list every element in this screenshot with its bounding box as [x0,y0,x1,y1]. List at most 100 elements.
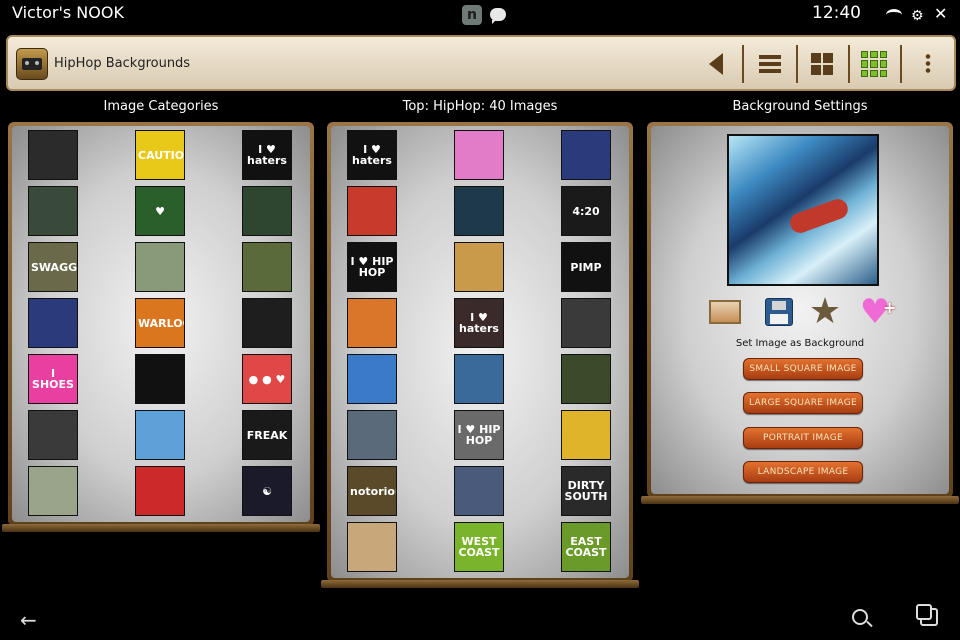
categories-grid: CAUTION I ♥ haters ♥ SWAGGER WARLOCK I SHOES ●… [12,126,310,522]
divider [900,45,902,83]
image-thumbnail[interactable] [454,354,504,404]
settings-content: ★ ♥ + Set Image as Background SMALL SQUAR… [651,126,949,494]
image-thumbnail[interactable]: I ♥ haters [347,130,397,180]
large-grid-view-button[interactable] [852,45,896,83]
list-icon [759,55,781,73]
image-thumbnail-label: 4:20 [572,204,600,218]
add-favorite-button[interactable]: ♥ + [857,292,897,332]
image-thumbnail[interactable] [561,410,611,460]
category-thumbnail[interactable] [28,130,78,180]
category-thumbnail-label: I SHOES [32,367,74,391]
image-thumbnail[interactable]: I ♥ HIP HOP [347,242,397,292]
image-thumbnail-label: I ♥ haters [459,311,499,335]
star-icon: ★ [808,291,842,332]
image-thumbnail[interactable] [561,354,611,404]
image-thumbnail[interactable] [347,298,397,348]
search-icon[interactable] [852,609,868,625]
image-thumbnail[interactable] [454,242,504,292]
image-thumbnail[interactable] [454,186,504,236]
category-thumbnail-label: I ♥ haters [247,143,287,167]
category-thumbnail[interactable] [135,410,185,460]
category-thumbnail[interactable] [28,410,78,460]
image-thumbnail[interactable] [347,354,397,404]
image-thumbnail[interactable]: WEST COAST [454,522,504,572]
category-thumbnail-label: CAUTION [138,148,185,162]
back-button[interactable] [694,45,738,83]
image-thumbnail[interactable] [561,130,611,180]
image-thumbnail-label: I ♥ HIP HOP [457,423,501,447]
panel-base [641,496,959,504]
category-thumbnail[interactable]: ☯ [242,466,292,516]
category-thumbnail[interactable] [28,186,78,236]
category-thumbnail[interactable]: ♥ [135,186,185,236]
set-background-button[interactable] [707,294,743,330]
category-thumbnail[interactable]: SWAGGER [28,242,78,292]
landscape-image-button[interactable]: LANDSCAPE IMAGE [743,461,863,483]
category-thumbnail[interactable] [135,354,185,404]
categories-title: Image Categories [103,99,219,114]
image-thumbnail[interactable]: I ♥ haters [454,298,504,348]
category-thumbnail[interactable] [28,466,78,516]
image-thumbnail-label: DIRTY SOUTH [564,479,608,503]
close-icon[interactable]: ✕ [934,4,947,23]
panel-base [321,580,639,588]
category-thumbnail[interactable]: WARLOCK [135,298,185,348]
navigation-bar: ← [0,600,960,640]
chat-notification-icon[interactable] [490,8,506,24]
overflow-menu-button[interactable] [906,45,950,83]
category-thumbnail[interactable]: CAUTION [135,130,185,180]
device-name: Victor's NOOK [12,3,124,22]
divider [796,45,798,83]
category-thumbnail[interactable]: I SHOES [28,354,78,404]
divider [848,45,850,83]
category-thumbnail-label: ☯ [262,484,272,498]
category-thumbnail[interactable] [242,242,292,292]
image-thumbnail[interactable] [454,466,504,516]
category-thumbnail[interactable]: I ♥ haters [242,130,292,180]
category-thumbnail[interactable] [242,298,292,348]
save-button[interactable] [761,294,797,330]
portrait-image-button[interactable]: PORTRAIT IMAGE [743,427,863,449]
arrow-back-icon[interactable]: ← [20,608,37,632]
image-thumbnail[interactable]: notorious [347,466,397,516]
image-thumbnail-label: notorious [350,484,396,498]
divider [742,45,744,83]
category-thumbnail[interactable] [135,466,185,516]
small-square-image-button[interactable]: SMALL SQUARE IMAGE [743,358,863,380]
category-thumbnail[interactable] [135,242,185,292]
grid-view-button[interactable] [800,45,844,83]
image-thumbnail[interactable]: I ♥ HIP HOP [454,410,504,460]
category-thumbnail-label: ● ● ♥ [248,372,286,386]
image-thumbnail[interactable] [561,298,611,348]
settings-panel: ★ ♥ + Set Image as Background SMALL SQUAR… [647,122,953,498]
rate-button[interactable]: ★ [807,294,843,330]
large-square-image-button[interactable]: LARGE SQUARE IMAGE [743,392,863,414]
floppy-disk-icon [765,298,793,326]
recent-apps-icon[interactable] [916,604,938,626]
image-thumbnail[interactable] [347,522,397,572]
grid-large-icon [861,51,887,77]
image-thumbnail[interactable] [347,410,397,460]
image-thumbnail[interactable]: 4:20 [561,186,611,236]
image-thumbnail[interactable] [347,186,397,236]
list-view-button[interactable] [748,45,792,83]
gear-icon[interactable]: ⚙ [911,8,924,24]
image-thumbnail-label: WEST COAST [458,535,500,559]
category-thumbnail[interactable] [242,186,292,236]
images-grid: I ♥ haters 4:20 I ♥ HIP HOP PIMP I ♥ haters I… [331,126,629,578]
category-thumbnail[interactable]: FREAK [242,410,292,460]
category-thumbnail-label: WARLOCK [138,316,184,330]
category-thumbnail[interactable]: ● ● ♥ [242,354,292,404]
image-icon [709,300,741,324]
image-thumbnail[interactable]: DIRTY SOUTH [561,466,611,516]
settings-title: Background Settings [732,99,868,114]
image-thumbnail[interactable]: EAST COAST [561,522,611,572]
category-thumbnail[interactable] [28,298,78,348]
image-thumbnail-label: PIMP [570,260,602,274]
category-thumbnail-label: FREAK [246,428,288,442]
image-thumbnail-label: I ♥ HIP HOP [350,255,394,279]
heart-plus-icon: ♥ + [859,292,897,332]
image-thumbnail[interactable]: PIMP [561,242,611,292]
image-thumbnail[interactable] [454,130,504,180]
grid-icon [811,53,833,75]
